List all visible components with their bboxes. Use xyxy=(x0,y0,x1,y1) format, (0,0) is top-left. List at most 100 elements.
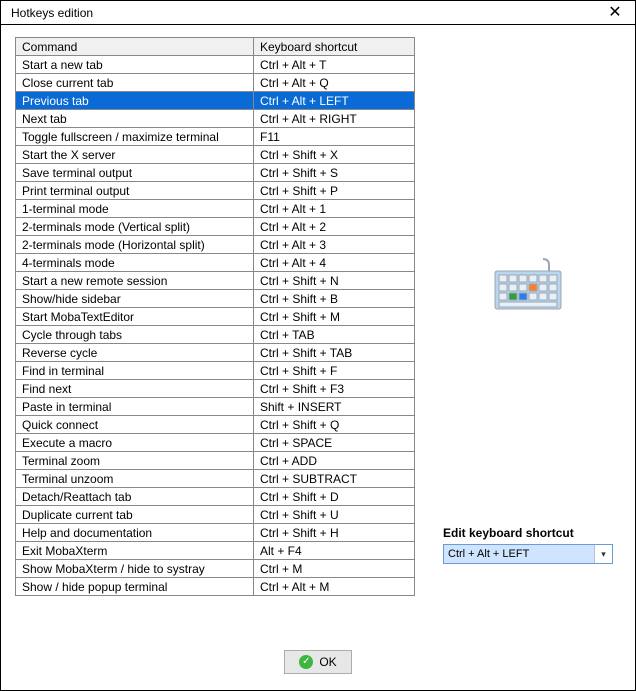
cell-shortcut: F11 xyxy=(254,128,415,146)
table-row[interactable]: Toggle fullscreen / maximize terminalF11 xyxy=(16,128,415,146)
cell-shortcut: Ctrl + ADD xyxy=(254,452,415,470)
cell-shortcut: Ctrl + SPACE xyxy=(254,434,415,452)
cell-shortcut: Ctrl + M xyxy=(254,560,415,578)
chevron-down-icon[interactable]: ▾ xyxy=(594,545,612,563)
cell-shortcut: Ctrl + TAB xyxy=(254,326,415,344)
cell-shortcut: Ctrl + Alt + 1 xyxy=(254,200,415,218)
table-row[interactable]: Detach/Reattach tabCtrl + Shift + D xyxy=(16,488,415,506)
keyboard-icon xyxy=(493,257,563,314)
right-panel: Edit keyboard shortcut Ctrl + Alt + LEFT… xyxy=(435,37,621,624)
cell-shortcut: Ctrl + Shift + Q xyxy=(254,416,415,434)
cell-shortcut: Ctrl + Alt + LEFT xyxy=(254,92,415,110)
cell-shortcut: Ctrl + Alt + 4 xyxy=(254,254,415,272)
cell-shortcut: Ctrl + Shift + D xyxy=(254,488,415,506)
hotkeys-table-container: Command Keyboard shortcut Start a new ta… xyxy=(15,37,415,624)
table-row[interactable]: Exit MobaXtermAlt + F4 xyxy=(16,542,415,560)
cell-command: 1-terminal mode xyxy=(16,200,254,218)
cell-shortcut: Ctrl + Shift + H xyxy=(254,524,415,542)
cell-command: Find next xyxy=(16,380,254,398)
cell-shortcut: Ctrl + Shift + X xyxy=(254,146,415,164)
table-row[interactable]: Close current tabCtrl + Alt + Q xyxy=(16,74,415,92)
cell-shortcut: Ctrl + Alt + Q xyxy=(254,74,415,92)
table-row[interactable]: Quick connectCtrl + Shift + Q xyxy=(16,416,415,434)
cell-command: Paste in terminal xyxy=(16,398,254,416)
table-row[interactable]: Find in terminalCtrl + Shift + F xyxy=(16,362,415,380)
table-row[interactable]: Previous tabCtrl + Alt + LEFT xyxy=(16,92,415,110)
cell-shortcut: Ctrl + Shift + U xyxy=(254,506,415,524)
hotkeys-table[interactable]: Command Keyboard shortcut Start a new ta… xyxy=(15,37,415,596)
table-row[interactable]: Help and documentationCtrl + Shift + H xyxy=(16,524,415,542)
cell-command: Execute a macro xyxy=(16,434,254,452)
table-row[interactable]: Save terminal outputCtrl + Shift + S xyxy=(16,164,415,182)
table-row[interactable]: Show/hide sidebarCtrl + Shift + B xyxy=(16,290,415,308)
table-row[interactable]: Start a new tabCtrl + Alt + T xyxy=(16,56,415,74)
cell-command: Start a new tab xyxy=(16,56,254,74)
table-row[interactable]: Next tabCtrl + Alt + RIGHT xyxy=(16,110,415,128)
shortcut-value: Ctrl + Alt + LEFT xyxy=(444,545,594,563)
table-row[interactable]: Start the X serverCtrl + Shift + X xyxy=(16,146,415,164)
cell-command: 4-terminals mode xyxy=(16,254,254,272)
cell-command: Terminal zoom xyxy=(16,452,254,470)
cell-shortcut: Ctrl + Shift + B xyxy=(254,290,415,308)
cell-shortcut: Ctrl + Shift + M xyxy=(254,308,415,326)
cell-command: Help and documentation xyxy=(16,524,254,542)
cell-command: Show MobaXterm / hide to systray xyxy=(16,560,254,578)
edit-shortcut-block: Edit keyboard shortcut Ctrl + Alt + LEFT… xyxy=(443,526,613,564)
table-row[interactable]: Show MobaXterm / hide to systrayCtrl + M xyxy=(16,560,415,578)
cell-command: Cycle through tabs xyxy=(16,326,254,344)
cell-command: Start MobaTextEditor xyxy=(16,308,254,326)
cell-command: Duplicate current tab xyxy=(16,506,254,524)
titlebar: Hotkeys edition ✕ xyxy=(1,1,635,25)
cell-command: Save terminal output xyxy=(16,164,254,182)
hotkeys-dialog: Hotkeys edition ✕ Command Keyboard short… xyxy=(0,0,636,691)
cell-shortcut: Alt + F4 xyxy=(254,542,415,560)
table-row[interactable]: 1-terminal modeCtrl + Alt + 1 xyxy=(16,200,415,218)
cell-command: Start a new remote session xyxy=(16,272,254,290)
table-row[interactable]: Terminal unzoomCtrl + SUBTRACT xyxy=(16,470,415,488)
cell-command: Exit MobaXterm xyxy=(16,542,254,560)
cell-command: Detach/Reattach tab xyxy=(16,488,254,506)
cell-shortcut: Ctrl + Alt + M xyxy=(254,578,415,596)
cell-command: Find in terminal xyxy=(16,362,254,380)
cell-shortcut: Ctrl + SUBTRACT xyxy=(254,470,415,488)
header-command[interactable]: Command xyxy=(16,38,254,56)
table-row[interactable]: Find nextCtrl + Shift + F3 xyxy=(16,380,415,398)
table-row[interactable]: 2-terminals mode (Horizontal split)Ctrl … xyxy=(16,236,415,254)
cell-shortcut: Ctrl + Shift + F xyxy=(254,362,415,380)
cell-shortcut: Ctrl + Alt + 3 xyxy=(254,236,415,254)
dialog-footer: ✓ OK xyxy=(1,634,635,690)
table-row[interactable]: Paste in terminalShift + INSERT xyxy=(16,398,415,416)
cell-command: Next tab xyxy=(16,110,254,128)
cell-command: Close current tab xyxy=(16,74,254,92)
table-row[interactable]: Start a new remote sessionCtrl + Shift +… xyxy=(16,272,415,290)
table-row[interactable]: Terminal zoomCtrl + ADD xyxy=(16,452,415,470)
table-row[interactable]: Duplicate current tabCtrl + Shift + U xyxy=(16,506,415,524)
ok-button-label: OK xyxy=(319,655,336,669)
table-row[interactable]: Execute a macroCtrl + SPACE xyxy=(16,434,415,452)
table-row[interactable]: Print terminal outputCtrl + Shift + P xyxy=(16,182,415,200)
close-button[interactable]: ✕ xyxy=(603,5,627,21)
cell-shortcut: Ctrl + Alt + T xyxy=(254,56,415,74)
cell-shortcut: Ctrl + Shift + TAB xyxy=(254,344,415,362)
cell-shortcut: Ctrl + Shift + P xyxy=(254,182,415,200)
table-row[interactable]: Show / hide popup terminalCtrl + Alt + M xyxy=(16,578,415,596)
cell-command: Show/hide sidebar xyxy=(16,290,254,308)
table-row[interactable]: 4-terminals modeCtrl + Alt + 4 xyxy=(16,254,415,272)
cell-command: Reverse cycle xyxy=(16,344,254,362)
cell-command: 2-terminals mode (Horizontal split) xyxy=(16,236,254,254)
cell-command: 2-terminals mode (Vertical split) xyxy=(16,218,254,236)
table-row[interactable]: Cycle through tabsCtrl + TAB xyxy=(16,326,415,344)
cell-command: Toggle fullscreen / maximize terminal xyxy=(16,128,254,146)
cell-command: Show / hide popup terminal xyxy=(16,578,254,596)
cell-command: Terminal unzoom xyxy=(16,470,254,488)
table-row[interactable]: Start MobaTextEditorCtrl + Shift + M xyxy=(16,308,415,326)
cell-shortcut: Ctrl + Shift + S xyxy=(254,164,415,182)
table-row[interactable]: Reverse cycleCtrl + Shift + TAB xyxy=(16,344,415,362)
check-icon: ✓ xyxy=(299,655,313,669)
shortcut-combobox[interactable]: Ctrl + Alt + LEFT ▾ xyxy=(443,544,613,564)
cell-command: Start the X server xyxy=(16,146,254,164)
header-shortcut[interactable]: Keyboard shortcut xyxy=(254,38,415,56)
ok-button[interactable]: ✓ OK xyxy=(284,650,351,674)
table-row[interactable]: 2-terminals mode (Vertical split)Ctrl + … xyxy=(16,218,415,236)
cell-shortcut: Ctrl + Alt + RIGHT xyxy=(254,110,415,128)
